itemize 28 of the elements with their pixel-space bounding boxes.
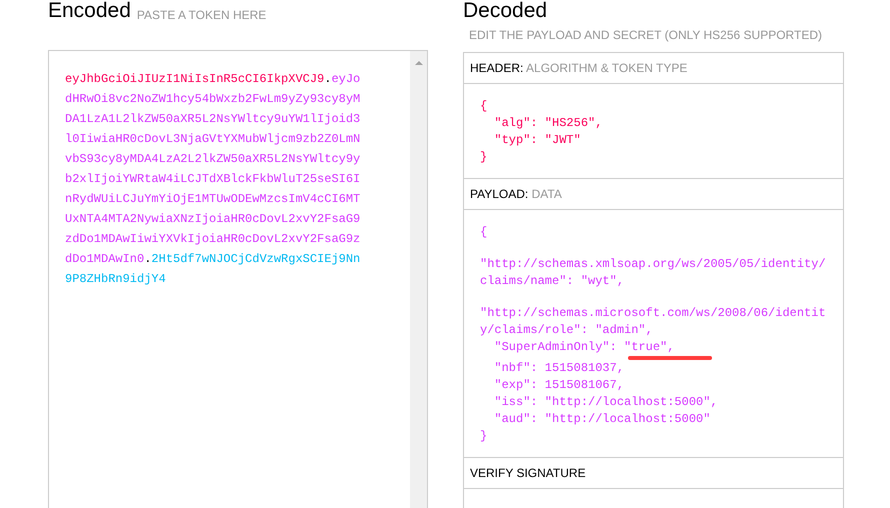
- json-line: "http://schemas.xmlsoap.org/ws/2005/05/identity/: [480, 256, 826, 273]
- json-line: "iss": "http://localhost:5000",: [493, 394, 718, 411]
- json-line: }: [480, 149, 488, 166]
- json-line: }: [480, 428, 488, 445]
- json-line: "nbf": 1515081037,: [493, 360, 624, 377]
- section-hint: EDIT THE PAYLOAD AND SECRET (ONLY HS256 SUPPORTED): [469, 28, 823, 42]
- section-title: Decoded: [463, 0, 548, 22]
- json-editor-field[interactable]: { "alg": "HS256", "typ": "JWT" }: [464, 84, 843, 179]
- section-sublabel: ALGORITHM & TOKEN TYPE: [526, 61, 688, 75]
- json-line: "aud": "http://localhost:5000": [493, 411, 710, 428]
- section-label: PAYLOAD:: [470, 187, 528, 201]
- json-line: claims/name": "wyt",: [480, 273, 624, 290]
- section-hint: PASTE A TOKEN HERE: [136, 8, 266, 22]
- section-title: Encoded: [48, 0, 131, 22]
- json-line: {: [480, 224, 488, 241]
- section-label: HEADER:: [470, 61, 524, 75]
- section-sublabel: DATA: [532, 187, 562, 201]
- json-line: y/claims/role": "admin",: [480, 322, 653, 339]
- scrollbar[interactable]: [410, 51, 427, 508]
- json-line: "alg": "HS256",: [493, 115, 602, 132]
- scroll-up-arrow-icon[interactable]: [414, 61, 422, 65]
- section-label: VERIFY SIGNATURE: [470, 466, 586, 480]
- token-input-field[interactable]: eyJhbGciOiJIUzI1NiIsInR5cCI6IkpXVCJ9.eyJodHRwOi8vc2NoZW1hcy54bWxzb2FwLm9yZy93cy8yMDA1LzA1L2lkZW50aXR5L2NsYWltcy9uYW1lIjoid3l0IiwiaHR0cDovL3NjaGVtYXMubWljcm9zb2Z0LmNvbS93cy8yMDA4LzA2L2lkZW50aXR5L2NsYWltcy9yb2xlIjoiYWRtaW4iLCJTdXBlckFkbWluT25seSI6InRydWUiLCJuYmYiOjE1MTUwODEwMzcsImV4cCI6MTUxNTA4MTA2NywiaXNzIjoiaHR0cDovL2xvY2FsaG9zdDo1MDAwIiwiYXVkIjoiaHR0cDovL2xvY2FsaG9zdDo1MDAwIn0.2Ht5df7wNJOCjCdVzwRgxSCIEj9Nn9P8ZHbRn9idjY4: [48, 50, 428, 508]
- json-line: "exp": 1515081067,: [493, 377, 624, 394]
- json-line: "http://schemas.microsoft.com/ws/2008/06/identit: [480, 305, 826, 322]
- json-line: {: [480, 98, 488, 115]
- json-line: "typ": "JWT": [493, 132, 581, 149]
- json-line: "SuperAdminOnly": "true",: [493, 339, 674, 356]
